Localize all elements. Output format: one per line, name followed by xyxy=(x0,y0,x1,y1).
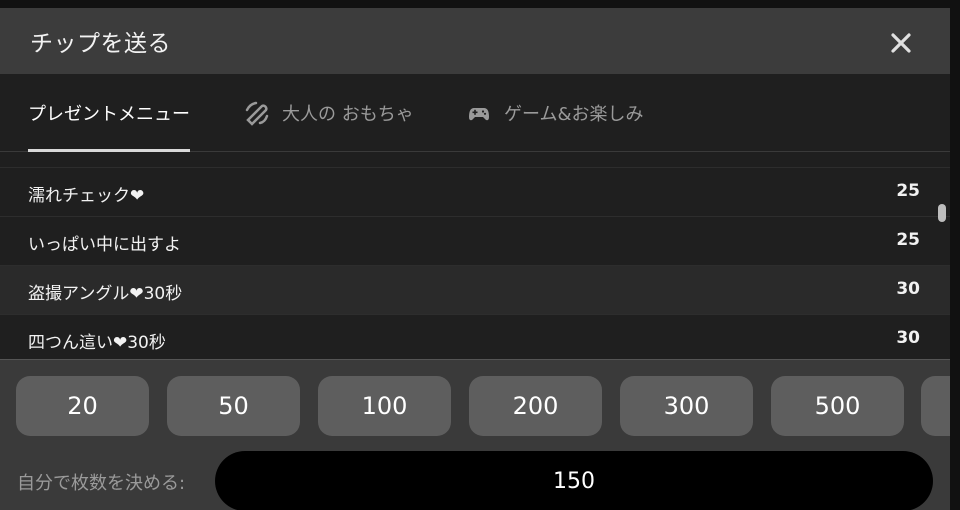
tab-label: 大人の おもちゃ xyxy=(282,104,414,125)
modal-header: チップを送る xyxy=(0,8,950,74)
amount-button-500[interactable]: 500 xyxy=(771,376,904,436)
tab-adult-toys[interactable]: 大人の おもちゃ xyxy=(244,74,414,152)
amount-button-50[interactable]: 50 xyxy=(167,376,300,436)
menu-item-value: 30 xyxy=(896,279,920,299)
amount-button-100[interactable]: 100 xyxy=(318,376,451,436)
present-menu-list: 濡れチェック❤ 25 いっぱい中に出すよ 25 盗撮アングル❤30秒 30 四つ… xyxy=(0,167,950,359)
amount-button-300[interactable]: 300 xyxy=(620,376,753,436)
amount-button-partial[interactable] xyxy=(921,376,950,436)
custom-amount-input[interactable] xyxy=(215,451,933,510)
tab-label: ゲーム&お楽しみ xyxy=(504,104,644,125)
close-button[interactable] xyxy=(886,28,916,58)
tab-label: プレゼントメニュー xyxy=(28,104,190,125)
menu-item-value: 30 xyxy=(896,328,920,348)
close-icon xyxy=(891,33,911,53)
modal-title: チップを送る xyxy=(30,31,171,57)
menu-item[interactable]: 四つん這い❤30秒 30 xyxy=(0,314,950,359)
menu-item[interactable]: いっぱい中に出すよ 25 xyxy=(0,216,950,265)
active-tab-indicator xyxy=(28,149,190,152)
menu-item[interactable]: 濡れチェック❤ 25 xyxy=(0,167,950,216)
list-scrollbar[interactable] xyxy=(938,204,946,222)
toy-icon xyxy=(245,101,269,126)
tip-modal: チップを送る プレゼントメニュー 大人の おもちゃ ゲーム&お楽しみ 濡れチェッ… xyxy=(0,8,950,510)
menu-item[interactable]: 盗撮アングル❤30秒 30 xyxy=(0,265,950,314)
menu-item-value: 25 xyxy=(896,230,920,250)
menu-item-label: いっぱい中に出すよ xyxy=(28,235,181,255)
amount-button-200[interactable]: 200 xyxy=(469,376,602,436)
tip-amount-panel: 20 50 100 200 300 500 自分で枚数を決める: xyxy=(0,359,950,510)
tab-games[interactable]: ゲーム&お楽しみ xyxy=(466,74,644,152)
menu-item-label: 四つん這い❤30秒 xyxy=(28,333,166,353)
menu-item-value: 25 xyxy=(896,181,920,201)
tab-present-menu[interactable]: プレゼントメニュー xyxy=(28,74,190,152)
custom-amount-label: 自分で枚数を決める: xyxy=(17,473,186,494)
amount-button-20[interactable]: 20 xyxy=(16,376,149,436)
menu-item-label: 盗撮アングル❤30秒 xyxy=(28,284,183,304)
tab-bar: プレゼントメニュー 大人の おもちゃ ゲーム&お楽しみ xyxy=(0,74,950,152)
gamepad-icon xyxy=(469,108,489,121)
menu-item-label: 濡れチェック❤ xyxy=(28,186,145,206)
